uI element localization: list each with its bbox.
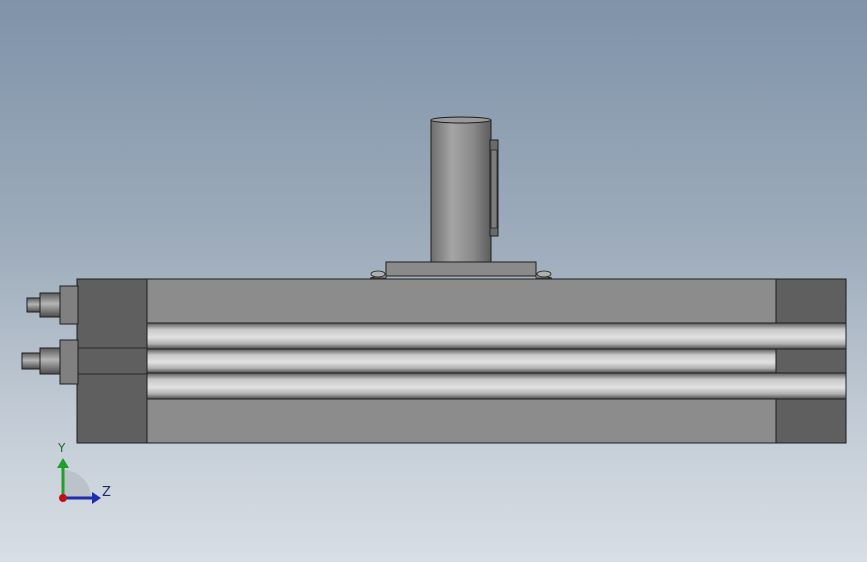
cylinder-body[interactable] — [145, 278, 847, 444]
x-axis-dot — [59, 494, 67, 502]
upper-fitting[interactable] — [26, 285, 79, 325]
left-end-cap[interactable] — [76, 278, 148, 444]
triad-z-label: Z — [102, 485, 111, 500]
lower-fitting[interactable] — [21, 339, 79, 385]
mounting-flange[interactable] — [369, 261, 553, 279]
vertical-shaft[interactable] — [430, 116, 499, 265]
graphics-viewport[interactable] — [0, 0, 867, 562]
orientation-triad — [57, 458, 101, 504]
triad-y-label: Y — [58, 441, 66, 455]
right-end-cap[interactable] — [775, 278, 847, 444]
